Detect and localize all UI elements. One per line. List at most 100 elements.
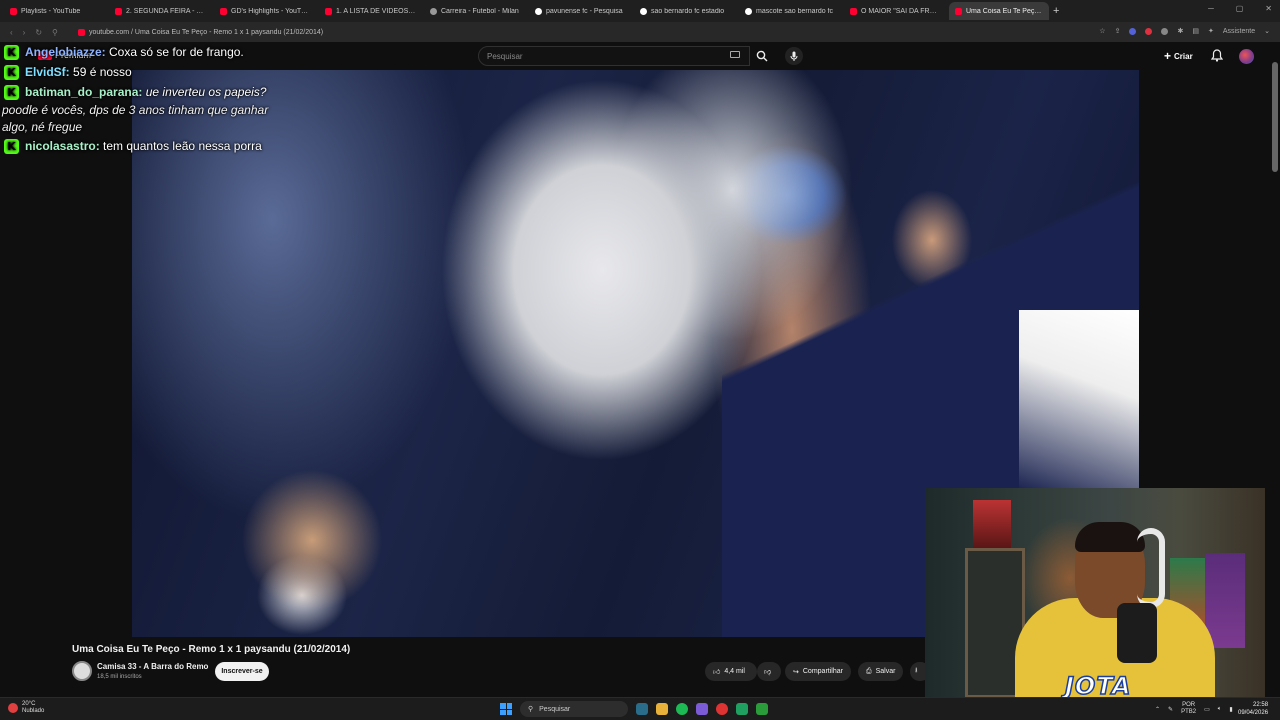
page-scrollbar[interactable] — [1270, 42, 1280, 697]
video-frame-highlight — [1019, 310, 1139, 490]
save-button[interactable]: ⎙ Salvar — [858, 662, 904, 681]
browser-tab[interactable]: 2. SEGUNDA FEIRA - YouTube — [109, 2, 212, 20]
chrome-icon[interactable] — [716, 703, 728, 715]
taskbar-search[interactable]: ⚲ Pesquisar — [520, 701, 628, 717]
nav-buttons: ‹ › ↻ ⚲ — [0, 28, 78, 37]
page-icon — [430, 7, 437, 15]
scrollbar-thumb[interactable] — [1272, 62, 1278, 172]
assistant-icon[interactable]: ✦ — [1208, 27, 1214, 35]
start-icon[interactable] — [500, 703, 512, 715]
browser-tab[interactable]: mascote sao bernardo fc — [739, 2, 842, 20]
weather-icon — [8, 703, 18, 713]
tab-active[interactable]: Uma Coisa Eu Te Peço - R — [949, 2, 1049, 20]
subscribe-button[interactable]: Inscrever-se — [215, 662, 269, 681]
streamer-webcam — [925, 488, 1265, 702]
keyboard-icon[interactable] — [730, 51, 740, 58]
language-indicator[interactable]: POR PTB2 — [1181, 702, 1196, 716]
back-icon[interactable]: ‹ — [10, 28, 13, 37]
browser-tab[interactable]: GD's Highlights - YouTube — [214, 2, 317, 20]
network-icon[interactable]: ▭ — [1204, 706, 1210, 713]
share-button[interactable]: ↪ Compartilhar — [785, 662, 851, 681]
search-icon — [756, 50, 768, 62]
star-icon[interactable]: ☆ — [1099, 27, 1105, 35]
browser-tab[interactable]: Carreira - Futebol - Milan — [424, 2, 527, 20]
chat-message: Kbatiman_do_parana: ue inverteu os papei… — [0, 82, 320, 102]
voice-search-button[interactable] — [785, 47, 803, 65]
site-info-icon[interactable]: ⚲ — [52, 28, 58, 37]
volume-icon[interactable]: 🔈︎ — [1218, 706, 1222, 713]
youtube-favicon-icon — [78, 28, 85, 36]
close-icon[interactable]: ✕ — [1265, 4, 1272, 13]
like-button[interactable]: 👍︎ 4,4 mil — [705, 662, 757, 681]
browser-tab[interactable]: 1. A LISTA DE VIDEOS PA — [319, 2, 422, 20]
language-code: POR — [1182, 702, 1196, 708]
clock-date: 09/04/2026 — [1238, 710, 1269, 716]
spotify-icon[interactable] — [676, 703, 688, 715]
kick-chat-overlay: K Angelobiazze: Coxa só se for de frango.… — [0, 42, 320, 156]
browser-tab[interactable]: sao bernardo fc estadio — [634, 2, 737, 20]
taskbar-apps: ⚲ Pesquisar — [500, 701, 768, 717]
dislike-button[interactable]: 👎︎ — [757, 662, 781, 681]
tab-label: 1. A LISTA DE VIDEOS PA — [336, 7, 416, 15]
discord-icon[interactable] — [696, 703, 708, 715]
app-icon[interactable] — [756, 703, 768, 715]
chevron-down-icon[interactable]: ⌄ — [1264, 27, 1270, 35]
tab-label: 2. SEGUNDA FEIRA - YouTube — [126, 7, 206, 15]
chat-message: K ElvidSf: 59 é nosso — [0, 62, 320, 82]
kick-badge-icon: K — [4, 45, 19, 60]
weather-widget[interactable]: 20°C Nublado — [8, 701, 44, 715]
chat-text: 59 é nosso — [73, 65, 132, 79]
maximize-icon[interactable]: ▢ — [1236, 4, 1244, 13]
url-field[interactable]: youtube.com / Uma Coisa Eu Te Peço - Rem… — [89, 29, 323, 36]
kick-badge-icon: K — [4, 65, 19, 80]
reload-icon[interactable]: ↻ — [35, 28, 42, 37]
sidebar-icon[interactable]: ▤ — [1192, 27, 1199, 35]
channel-avatar[interactable] — [72, 661, 92, 681]
account-avatar[interactable] — [1239, 49, 1254, 64]
streamer-logo: JOTA — [1064, 671, 1132, 701]
chat-username[interactable]: batiman_do_parana: — [25, 85, 142, 99]
create-button[interactable]: + Criar — [1164, 49, 1193, 63]
browser-tab[interactable]: O MAIOR "SAI DA FRENTE" — [844, 2, 947, 20]
bookmark-icon: ⎙ — [866, 667, 872, 675]
thumbs-down-icon: 👎︎ — [764, 669, 772, 676]
edge-icon[interactable] — [636, 703, 648, 715]
system-tray: ⌃ ✎ POR PTB2 ▭ 🔈︎ ▮ — [1155, 702, 1233, 716]
extension-icon[interactable] — [1145, 27, 1153, 35]
chat-username[interactable]: nicolasastro: — [25, 139, 100, 153]
chat-username[interactable]: ElvidSf: — [25, 65, 70, 79]
pen-icon[interactable]: ✎ — [1168, 706, 1173, 713]
chat-message: K Angelobiazze: Coxa só se for de frango. — [0, 42, 320, 62]
assistant-button[interactable]: Assistente — [1223, 28, 1255, 35]
chat-text: tem quantos leão nessa porra — [103, 139, 262, 153]
share-icon[interactable]: ⇪ — [1115, 27, 1121, 35]
search-button[interactable] — [750, 46, 774, 66]
page-margin-right — [1139, 70, 1269, 488]
extension-icon[interactable] — [1161, 27, 1169, 35]
puzzle-icon[interactable]: ✱ — [1177, 27, 1183, 35]
extension-icon[interactable] — [1129, 27, 1137, 35]
tab-list: Playlists - YouTube 2. SEGUNDA FEIRA - Yo… — [4, 2, 1049, 20]
chevron-up-icon[interactable]: ⌃ — [1155, 706, 1160, 713]
channel-name[interactable]: Camisa 33 - A Barra do Remo — [97, 662, 208, 671]
browser-tab[interactable]: Playlists - YouTube — [4, 2, 107, 20]
plus-icon: + — [1164, 49, 1172, 63]
battery-icon[interactable]: ▮ — [1229, 706, 1232, 713]
browser-tab[interactable]: pavunense fc - Pesquisa — [529, 2, 632, 20]
taskbar-search-label: Pesquisar — [539, 705, 571, 713]
hanging-jersey — [1205, 553, 1245, 648]
kick-badge-icon: K — [4, 85, 19, 100]
chat-text: Coxa só se for de frango. — [109, 45, 244, 59]
forward-icon[interactable]: › — [23, 28, 26, 37]
tab-label: GD's Highlights - YouTube — [231, 7, 311, 15]
taskbar-clock[interactable]: 22:58 09/04/2026 — [1238, 701, 1268, 717]
minimize-icon[interactable]: ─ — [1208, 4, 1214, 13]
address-bar: ‹ › ↻ ⚲ youtube.com / Uma Coisa Eu Te Pe… — [0, 22, 1280, 42]
spreadsheet-icon[interactable] — [736, 703, 748, 715]
file-explorer-icon[interactable] — [656, 703, 668, 715]
notifications-bell-icon[interactable] — [1211, 49, 1223, 62]
keyboard-layout: PTB2 — [1181, 709, 1197, 715]
chat-username[interactable]: Angelobiazze: — [25, 45, 106, 59]
search-input[interactable]: Pesquisar — [478, 46, 750, 66]
new-tab-button[interactable]: + — [1053, 5, 1059, 17]
